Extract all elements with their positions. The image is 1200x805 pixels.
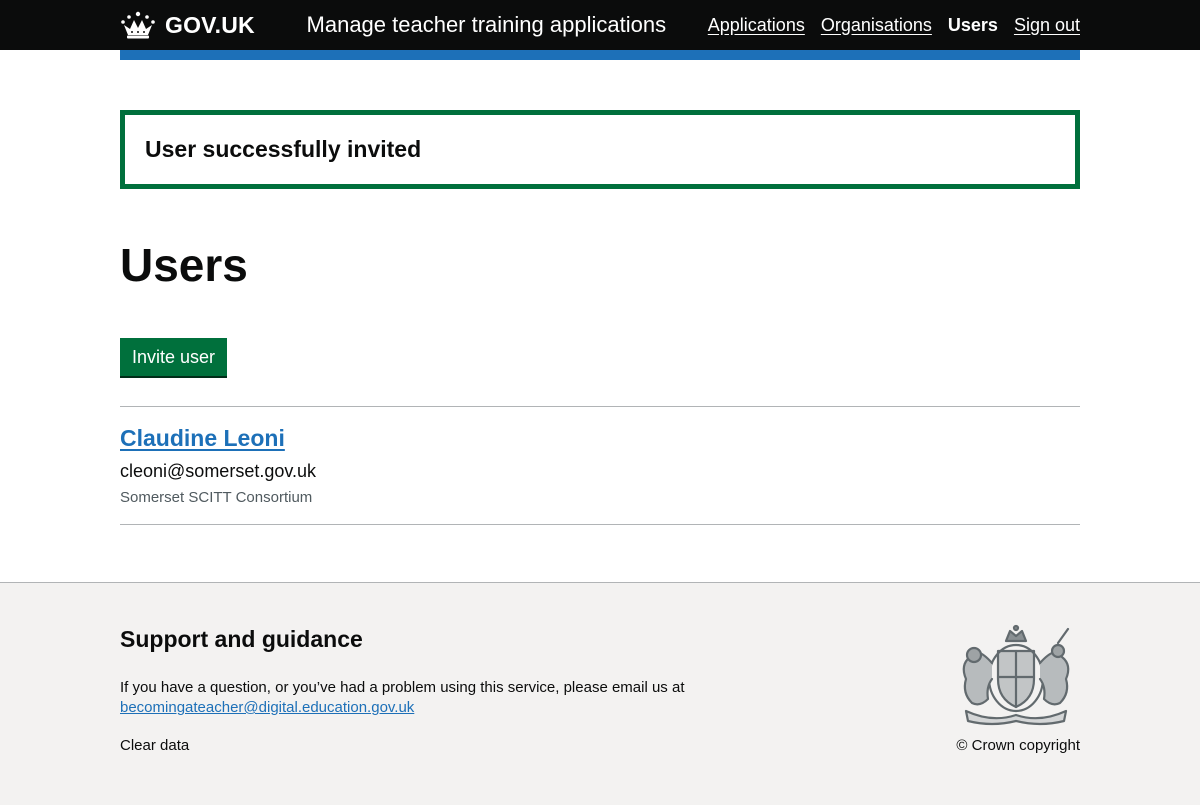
service-name[interactable]: Manage teacher training applications	[307, 12, 667, 38]
footer-heading: Support and guidance	[120, 626, 363, 652]
header-container: GOV.UK Manage teacher training applicati…	[120, 0, 1080, 50]
nav-link-applications[interactable]: Applications	[708, 15, 805, 36]
user-organisation: Somerset SCITT Consortium	[120, 489, 313, 506]
crown-icon	[121, 11, 155, 39]
invite-user-button[interactable]: Invite user	[120, 338, 228, 376]
clear-data-link[interactable]: Clear data	[120, 737, 189, 754]
header-navigation: Applications Organisations Users Sign ou…	[708, 15, 1080, 36]
header-blue-bar	[120, 50, 1080, 60]
success-banner: User successfully invited	[120, 110, 1080, 189]
user-list: Claudine Leoni cleoni@somerset.gov.uk So…	[120, 406, 1080, 525]
user-name-link[interactable]: Claudine Leoni	[120, 425, 285, 452]
nav-link-organisations[interactable]: Organisations	[821, 15, 932, 36]
footer-support-message: If you have a question, or you’ve had a …	[120, 679, 685, 696]
crown-copyright-link[interactable]: © Crown copyright	[956, 737, 1080, 754]
site-header: GOV.UK Manage teacher training applicati…	[0, 0, 1200, 50]
page-title: Users	[120, 239, 248, 291]
site-footer: Support and guidance If you have a quest…	[0, 582, 1200, 805]
govuk-logo-text: GOV.UK	[165, 11, 255, 38]
govuk-home-link[interactable]: GOV.UK	[120, 11, 265, 39]
nav-link-users[interactable]: Users	[948, 15, 998, 36]
footer-support-text: If you have a question, or you’ve had a …	[120, 678, 740, 718]
main-content: User successfully invited Users Invite u…	[120, 110, 1080, 525]
royal-coat-of-arms-icon	[962, 624, 1070, 726]
footer-container: Support and guidance If you have a quest…	[120, 583, 1080, 805]
list-item: Claudine Leoni cleoni@somerset.gov.uk So…	[120, 425, 1080, 508]
user-email: cleoni@somerset.gov.uk	[120, 461, 317, 481]
nav-link-sign-out[interactable]: Sign out	[1014, 15, 1080, 36]
support-email-link[interactable]: becomingateacher@digital.education.gov.u…	[120, 699, 414, 716]
success-banner-message: User successfully invited	[145, 136, 422, 162]
